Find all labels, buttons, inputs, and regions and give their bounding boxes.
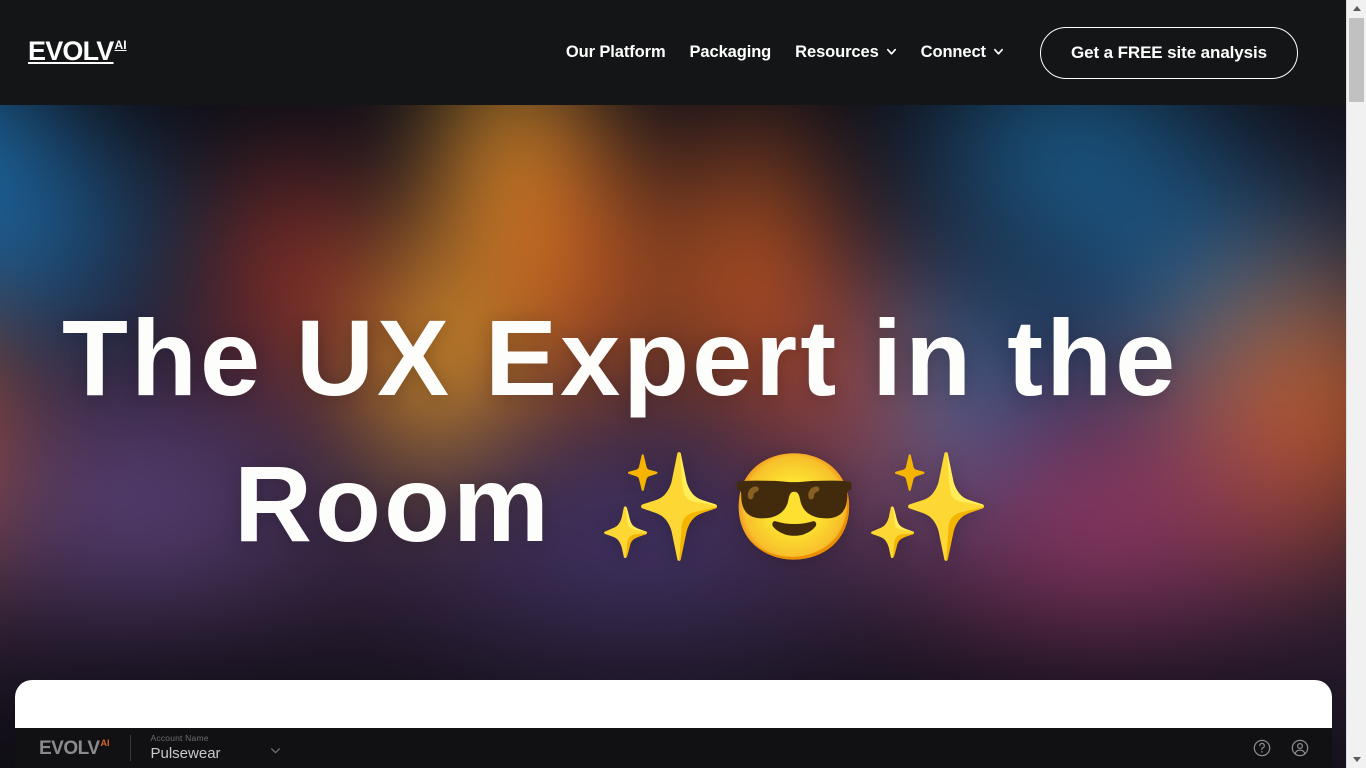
scrollbar-thumb[interactable] bbox=[1349, 18, 1364, 102]
account-name-value: Pulsewear bbox=[150, 744, 221, 762]
triangle-up-icon bbox=[1352, 6, 1361, 11]
chevron-down-icon bbox=[886, 46, 897, 57]
nav-item-label: Packaging bbox=[689, 43, 772, 61]
brand-logo-wordmark: EVOLV bbox=[28, 36, 114, 66]
triangle-down-icon bbox=[1352, 757, 1361, 762]
app-actions bbox=[1252, 738, 1310, 758]
scrollbar-up-arrow[interactable] bbox=[1347, 0, 1366, 17]
hero-section: The UX Expert in the Room ✨😎✨ bbox=[0, 105, 1346, 768]
nav-item-connect[interactable]: Connect bbox=[909, 35, 1016, 70]
nav-item-our-platform[interactable]: Our Platform bbox=[554, 35, 678, 70]
chevron-down-icon bbox=[993, 46, 1004, 57]
nav-item-label: Our Platform bbox=[565, 43, 666, 61]
app-logo[interactable]: EVOLV AI bbox=[39, 737, 110, 759]
brand-logo[interactable]: EVOLV AI bbox=[28, 38, 127, 65]
app-preview-card bbox=[15, 680, 1332, 728]
brand-logo-suffix: AI bbox=[114, 38, 127, 52]
main-navigation: Our Platform Packaging Resources Connect bbox=[554, 0, 1298, 105]
app-topbar: EVOLV AI Account Name Pulsewear bbox=[15, 728, 1332, 768]
chevron-down-icon[interactable] bbox=[269, 744, 282, 757]
nav-item-label: Resources bbox=[795, 43, 879, 61]
vertical-scrollbar[interactable] bbox=[1346, 0, 1366, 768]
account-icon[interactable] bbox=[1290, 738, 1310, 758]
app-preview-window: EVOLV AI Account Name Pulsewear bbox=[15, 728, 1332, 768]
app-logo-wordmark: EVOLV bbox=[39, 737, 100, 759]
help-icon[interactable] bbox=[1252, 738, 1272, 758]
account-name-label: Account Name bbox=[150, 733, 209, 744]
account-selector[interactable]: Account Name Pulsewear bbox=[150, 733, 282, 762]
nav-item-resources[interactable]: Resources bbox=[783, 35, 908, 70]
site-header: EVOLV AI Our Platform Packaging Resource… bbox=[0, 0, 1346, 105]
app-logo-divider bbox=[129, 735, 131, 761]
hero-background-gradient bbox=[0, 105, 1346, 768]
scrollbar-down-arrow[interactable] bbox=[1347, 751, 1366, 768]
free-site-analysis-button[interactable]: Get a FREE site analysis bbox=[1039, 26, 1298, 79]
browser-viewport: The UX Expert in the Room ✨😎✨ EVOLV AI A… bbox=[0, 0, 1346, 768]
nav-item-label: Connect bbox=[920, 43, 986, 61]
account-meta: Account Name Pulsewear bbox=[150, 733, 221, 762]
app-logo-suffix: AI bbox=[100, 737, 110, 748]
nav-item-packaging[interactable]: Packaging bbox=[678, 35, 784, 70]
